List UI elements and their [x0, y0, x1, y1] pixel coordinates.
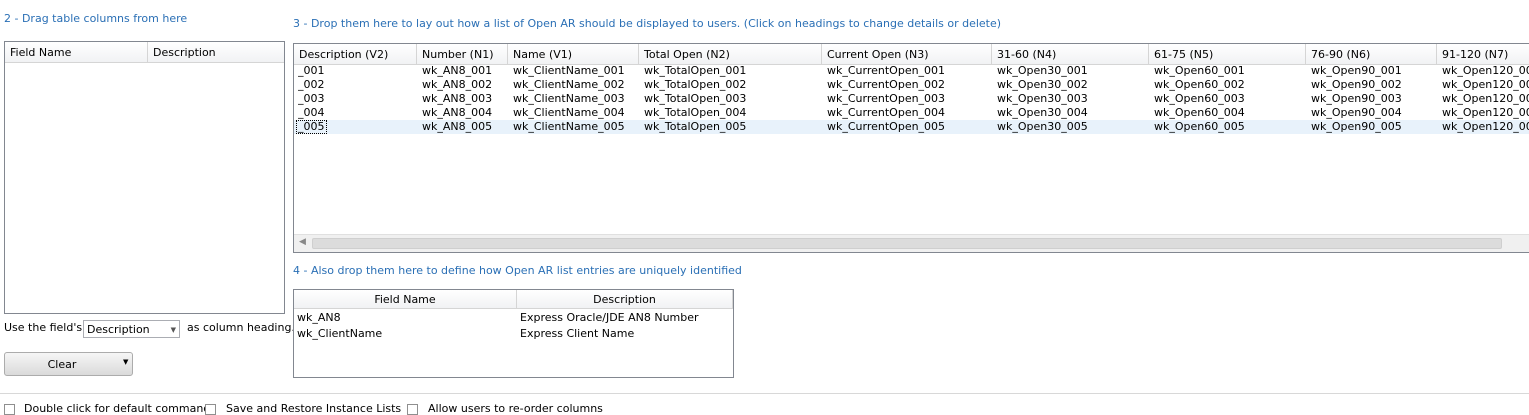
column-header-91-120[interactable]: 91-120 (N7) — [1437, 44, 1529, 65]
bottom-divider — [0, 393, 1529, 394]
grid-cell: wk_Open60_002 — [1154, 78, 1245, 91]
grid-cell: wk_Open60_005 — [1154, 120, 1245, 133]
clear-button-label: Clear — [47, 358, 77, 371]
key-table-header-field-name[interactable]: Field Name — [294, 290, 517, 309]
column-header-number[interactable]: Number (N1) — [417, 44, 508, 65]
column-header-description[interactable]: Description (V2) — [294, 44, 417, 65]
grid-cell: wk_TotalOpen_001 — [644, 64, 747, 77]
double-click-label: Double click for default command — [24, 402, 211, 415]
grid-cell: wk_CurrentOpen_001 — [827, 64, 946, 77]
grid-cell: wk_AN8_004 — [422, 106, 493, 119]
key-cell: wk_ClientName — [297, 327, 383, 340]
step-4-label: 4 - Also drop them here to define how Op… — [293, 264, 742, 277]
grid-cell: wk_AN8_001 — [422, 64, 493, 77]
heading-field-select[interactable]: Description ▼ — [83, 320, 180, 338]
grid-cell: _002 — [298, 78, 325, 91]
grid-cell: _001 — [298, 64, 325, 77]
chevron-down-icon: ▼ — [170, 326, 176, 334]
grid-cell: wk_Open90_001 — [1311, 64, 1402, 77]
key-cell: wk_AN8 — [297, 311, 341, 324]
grid-cell: wk_AN8_003 — [422, 92, 493, 105]
column-header-total-open[interactable]: Total Open (N2) — [639, 44, 822, 65]
grid-cell: wk_Open90_004 — [1311, 106, 1402, 119]
grid-cell: wk_Open30_002 — [997, 78, 1088, 91]
grid-cell: wk_ClientName_002 — [513, 78, 625, 91]
column-header-name[interactable]: Name (V1) — [508, 44, 639, 65]
grid-cell: wk_CurrentOpen_005 — [827, 120, 946, 133]
grid-cell: wk_Open90_002 — [1311, 78, 1402, 91]
grid-cell: wk_CurrentOpen_003 — [827, 92, 946, 105]
field-list-header-description[interactable]: Description — [148, 42, 284, 63]
layout-grid[interactable]: Description (V2) Number (N1) Name (V1) T… — [293, 43, 1529, 253]
grid-cell: wk_CurrentOpen_002 — [827, 78, 946, 91]
grid-cell: wk_Open60_001 — [1154, 64, 1245, 77]
step-2-label: 2 - Drag table columns from here — [4, 12, 188, 25]
horizontal-scrollbar[interactable]: ◀ — [294, 234, 1529, 252]
dropdown-arrow-icon[interactable]: ▼ — [123, 358, 128, 366]
grid-row[interactable]: _004 wk_AN8_004 wk_ClientName_004 wk_Tot… — [294, 106, 1529, 120]
grid-row[interactable]: _003 wk_AN8_003 wk_ClientName_003 wk_Tot… — [294, 92, 1529, 106]
grid-cell: wk_TotalOpen_003 — [644, 92, 747, 105]
grid-cell: wk_TotalOpen_004 — [644, 106, 747, 119]
grid-row[interactable]: _001 wk_AN8_001 wk_ClientName_001 wk_Tot… — [294, 64, 1529, 78]
grid-cell: wk_Open60_003 — [1154, 92, 1245, 105]
grid-cell: wk_Open30_001 — [997, 64, 1088, 77]
heading-option-suffix: as column heading. — [187, 321, 295, 334]
grid-cell: wk_Open60_004 — [1154, 106, 1245, 119]
grid-cell: wk_Open120_005 — [1442, 120, 1529, 133]
grid-cell: wk_Open120_004 — [1442, 106, 1529, 119]
grid-cell: wk_TotalOpen_002 — [644, 78, 747, 91]
grid-cell: wk_Open30_003 — [997, 92, 1088, 105]
grid-cell: _003 — [298, 92, 325, 105]
grid-cell: wk_Open120_003 — [1442, 92, 1529, 105]
grid-cell: wk_Open120_002 — [1442, 78, 1529, 91]
key-cell: Express Oracle/JDE AN8 Number — [520, 311, 699, 324]
scroll-left-icon[interactable]: ◀ — [299, 237, 306, 247]
grid-cell: _005 — [296, 120, 327, 134]
key-table-row[interactable]: wk_ClientName Express Client Name — [294, 326, 733, 342]
column-header-76-90[interactable]: 76-90 (N6) — [1306, 44, 1437, 65]
column-header-31-60[interactable]: 31-60 (N4) — [992, 44, 1149, 65]
grid-row[interactable]: _002 wk_AN8_002 wk_ClientName_002 wk_Tot… — [294, 78, 1529, 92]
save-restore-label: Save and Restore Instance Lists — [226, 402, 402, 415]
step-3-label: 3 - Drop them here to lay out how a list… — [293, 17, 1002, 30]
key-table-row[interactable]: wk_AN8 Express Oracle/JDE AN8 Number — [294, 310, 733, 326]
grid-cell: wk_ClientName_003 — [513, 92, 625, 105]
field-list-header-field-name[interactable]: Field Name — [5, 42, 148, 63]
grid-cell: wk_Open120_001 — [1442, 64, 1529, 77]
grid-cell: wk_Open90_003 — [1311, 92, 1402, 105]
grid-cell: wk_Open30_005 — [997, 120, 1088, 133]
column-header-61-75[interactable]: 61-75 (N5) — [1149, 44, 1306, 65]
grid-cell: wk_Open30_004 — [997, 106, 1088, 119]
grid-cell: wk_ClientName_005 — [513, 120, 625, 133]
grid-cell: wk_ClientName_004 — [513, 106, 625, 119]
grid-cell: wk_AN8_005 — [422, 120, 493, 133]
grid-cell: wk_CurrentOpen_004 — [827, 106, 946, 119]
key-table[interactable]: Field Name Description wk_AN8 Express Or… — [293, 289, 734, 378]
grid-cell: wk_TotalOpen_005 — [644, 120, 747, 133]
grid-row-selected[interactable]: _005 wk_AN8_005 wk_ClientName_005 wk_Tot… — [294, 120, 1529, 134]
field-list[interactable]: Field Name Description — [4, 41, 285, 314]
heading-option-prefix: Use the field's — [4, 321, 83, 334]
grid-cell: _004 — [298, 106, 325, 119]
column-header-current-open[interactable]: Current Open (N3) — [822, 44, 992, 65]
layout-grid-header: Description (V2) Number (N1) Name (V1) T… — [294, 44, 1529, 65]
reorder-columns-label: Allow users to re-order columns — [428, 402, 603, 415]
key-table-header-description[interactable]: Description — [517, 290, 733, 309]
clear-button[interactable]: Clear ▼ — [4, 352, 133, 376]
scrollbar-thumb[interactable] — [312, 238, 1502, 249]
grid-cell: wk_ClientName_001 — [513, 64, 625, 77]
grid-cell: wk_AN8_002 — [422, 78, 493, 91]
grid-cell: wk_Open90_005 — [1311, 120, 1402, 133]
heading-field-select-value: Description — [87, 323, 150, 336]
key-cell: Express Client Name — [520, 327, 635, 340]
